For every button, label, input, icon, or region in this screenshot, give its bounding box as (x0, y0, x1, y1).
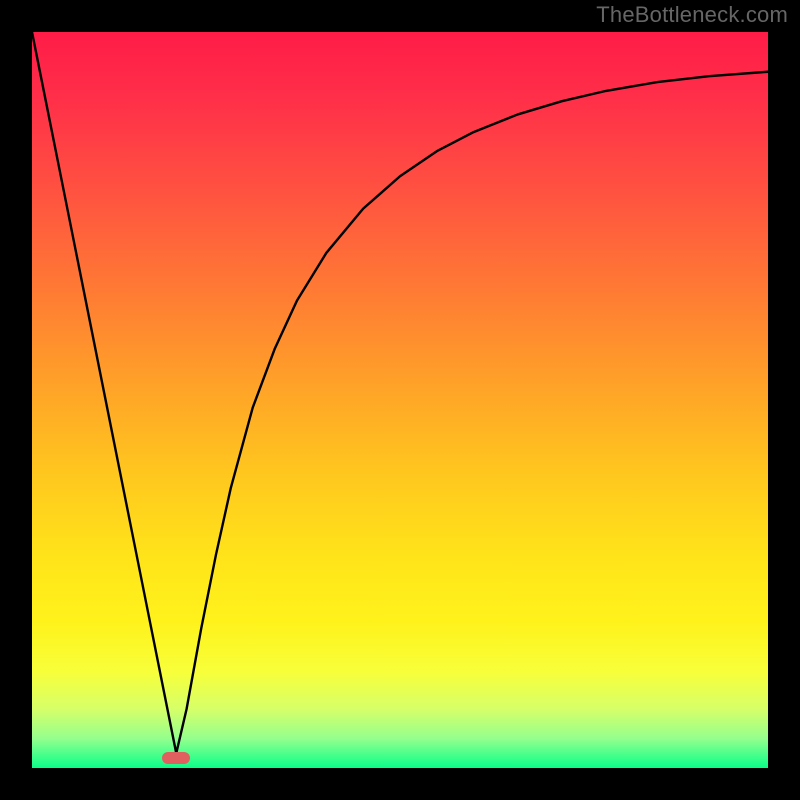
chart-frame: TheBottleneck.com (0, 0, 800, 800)
curve-svg (32, 32, 768, 768)
plot-area (32, 32, 768, 768)
bottleneck-curve (32, 32, 768, 753)
watermark-text: TheBottleneck.com (596, 2, 788, 28)
optimal-point-marker (162, 752, 190, 764)
